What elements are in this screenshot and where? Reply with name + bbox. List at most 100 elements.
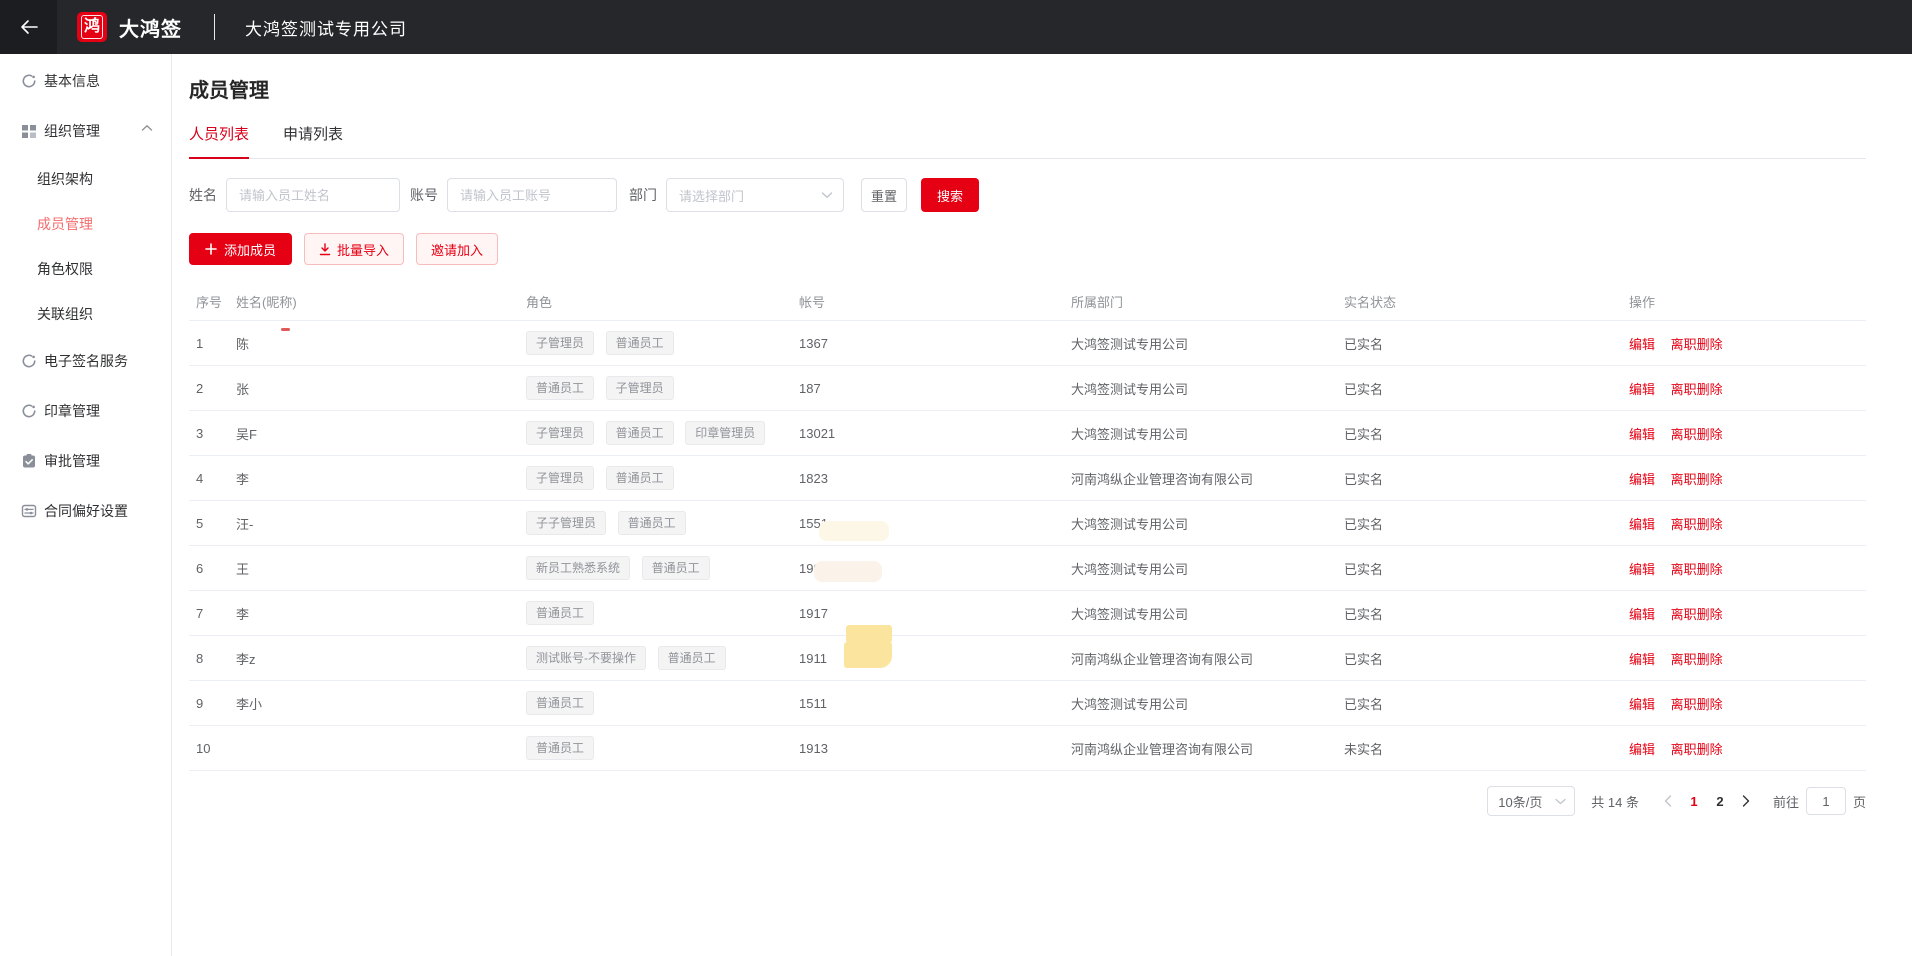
sidebar-item-member-management[interactable]: 成员管理: [0, 201, 171, 246]
total-count: 共 14 条: [1591, 792, 1639, 811]
row-dept: 大鸿签测试专用公司: [1071, 424, 1344, 443]
table-header-row: 序号 姓名(昵称) 角色 帐号 所属部门 实名状态 操作: [189, 283, 1866, 321]
row-index: 5: [189, 516, 236, 531]
sidebar-item-approval-management[interactable]: 审批管理: [0, 436, 171, 486]
account-filter-input[interactable]: [447, 178, 617, 212]
col-role: 角色: [526, 292, 799, 311]
table-row: 2 张 普通员工 子管理员 187 大鸿签测试专用公司 已实名 编辑 离职删除: [189, 366, 1866, 411]
page-number-2[interactable]: 2: [1707, 787, 1733, 815]
resign-delete-link[interactable]: 离职删除: [1671, 472, 1723, 487]
prev-page-button[interactable]: [1655, 787, 1681, 815]
invite-join-button[interactable]: 邀请加入: [416, 233, 498, 265]
page-size-value: 10条/页: [1498, 792, 1542, 811]
edit-link[interactable]: 编辑: [1629, 742, 1655, 757]
edit-link[interactable]: 编辑: [1629, 427, 1655, 442]
action-bar: 添加成员 批量导入 邀请加入: [189, 233, 1912, 265]
tab-application-list[interactable]: 申请列表: [283, 123, 343, 158]
resign-delete-link[interactable]: 离职删除: [1671, 652, 1723, 667]
edit-link[interactable]: 编辑: [1629, 562, 1655, 577]
dept-select[interactable]: 请选择部门: [666, 178, 844, 212]
page-number-1[interactable]: 1: [1681, 787, 1707, 815]
row-status: 已实名: [1344, 469, 1629, 488]
role-tag: 普通员工: [526, 691, 594, 715]
sidebar-item-label: 成员管理: [37, 214, 93, 234]
row-dept: 大鸿签测试专用公司: [1071, 334, 1344, 353]
topbar-divider: [214, 14, 215, 40]
sidebar-item-esignature-service[interactable]: 电子签名服务: [0, 336, 171, 386]
col-ops: 操作: [1629, 292, 1866, 311]
col-status: 实名状态: [1344, 292, 1629, 311]
sidebar-item-role-permission[interactable]: 角色权限: [0, 246, 171, 291]
role-tag: 普通员工: [606, 466, 674, 490]
search-button[interactable]: 搜索: [921, 178, 979, 212]
back-button[interactable]: [0, 0, 57, 54]
download-icon: [319, 243, 331, 256]
resign-delete-link[interactable]: 离职删除: [1671, 517, 1723, 532]
row-dept: 大鸿签测试专用公司: [1071, 379, 1344, 398]
row-account: 187: [799, 381, 1071, 396]
row-roles: 普通员工 子管理员: [526, 376, 799, 400]
page-size-select[interactable]: 10条/页: [1487, 786, 1575, 816]
redaction-patch: [814, 561, 882, 582]
sidebar-item-seal-management[interactable]: 印章管理: [0, 386, 171, 436]
row-roles: 新员工熟悉系统 普通员工: [526, 556, 799, 580]
sidebar-item-org-management[interactable]: 组织管理: [0, 106, 171, 156]
batch-import-button[interactable]: 批量导入: [304, 233, 404, 265]
resign-delete-link[interactable]: 离职删除: [1671, 742, 1723, 757]
resign-delete-link[interactable]: 离职删除: [1671, 427, 1723, 442]
sidebar-item-contract-preference[interactable]: 合同偏好设置: [0, 486, 171, 536]
edit-link[interactable]: 编辑: [1629, 697, 1655, 712]
goto-page-input[interactable]: [1806, 787, 1846, 815]
sidebar-item-related-org[interactable]: 关联组织: [0, 291, 171, 336]
resign-delete-link[interactable]: 离职删除: [1671, 337, 1723, 352]
row-name: 王: [236, 559, 526, 578]
resign-delete-link[interactable]: 离职删除: [1671, 607, 1723, 622]
edit-link[interactable]: 编辑: [1629, 472, 1655, 487]
role-tag: 子管理员: [526, 466, 594, 490]
role-tag: 普通员工: [526, 601, 594, 625]
role-tag: 子管理员: [606, 376, 674, 400]
edit-link[interactable]: 编辑: [1629, 337, 1655, 352]
back-arrow-icon: [19, 19, 39, 35]
add-member-button[interactable]: 添加成员: [189, 233, 292, 265]
edit-link[interactable]: 编辑: [1629, 607, 1655, 622]
row-name: 吴F: [236, 424, 526, 443]
edit-link[interactable]: 编辑: [1629, 382, 1655, 397]
row-ops: 编辑 离职删除: [1629, 739, 1866, 758]
row-index: 2: [189, 381, 236, 396]
row-account: 1911: [799, 651, 1071, 666]
row-status: 已实名: [1344, 649, 1629, 668]
sidebar-item-basic-info[interactable]: 基本信息: [0, 56, 171, 106]
reset-button[interactable]: 重置: [861, 178, 907, 212]
chevron-left-icon: [1664, 795, 1672, 807]
resign-delete-link[interactable]: 离职删除: [1671, 562, 1723, 577]
row-ops: 编辑 离职删除: [1629, 379, 1866, 398]
page-title: 成员管理: [189, 74, 1912, 103]
circle-arrow-icon: [21, 403, 37, 419]
row-dept: 河南鸿纵企业管理咨询有限公司: [1071, 469, 1344, 488]
row-account: 199: [799, 561, 1071, 576]
grid-icon: [21, 123, 37, 139]
resign-delete-link[interactable]: 离职删除: [1671, 382, 1723, 397]
clipboard-check-icon: [21, 453, 37, 469]
tab-personnel-list[interactable]: 人员列表: [189, 123, 249, 158]
brand-logo-icon: 鸿: [77, 12, 107, 42]
edit-link[interactable]: 编辑: [1629, 652, 1655, 667]
edit-link[interactable]: 编辑: [1629, 517, 1655, 532]
row-name: 李小: [236, 694, 526, 713]
row-ops: 编辑 离职删除: [1629, 559, 1866, 578]
resign-delete-link[interactable]: 离职删除: [1671, 697, 1723, 712]
row-ops: 编辑 离职删除: [1629, 694, 1866, 713]
row-index: 8: [189, 651, 236, 666]
row-dept: 河南鸿纵企业管理咨询有限公司: [1071, 649, 1344, 668]
next-page-button[interactable]: [1733, 787, 1759, 815]
role-tag: 新员工熟悉系统: [526, 556, 630, 580]
chevron-up-icon: [141, 124, 153, 132]
row-index: 7: [189, 606, 236, 621]
table-row: 7 李 普通员工 1917 大鸿签测试专用公司 已实名 编辑 离职删除: [189, 591, 1866, 636]
role-tag: 普通员工: [526, 376, 594, 400]
name-filter-input[interactable]: [226, 178, 400, 212]
sidebar-item-org-structure[interactable]: 组织架构: [0, 156, 171, 201]
pagination: 10条/页 共 14 条 1 2 前往 页: [189, 786, 1866, 816]
table-row: 4 李 子管理员 普通员工 1823 河南鸿纵企业管理咨询有限公司 已实名 编辑…: [189, 456, 1866, 501]
